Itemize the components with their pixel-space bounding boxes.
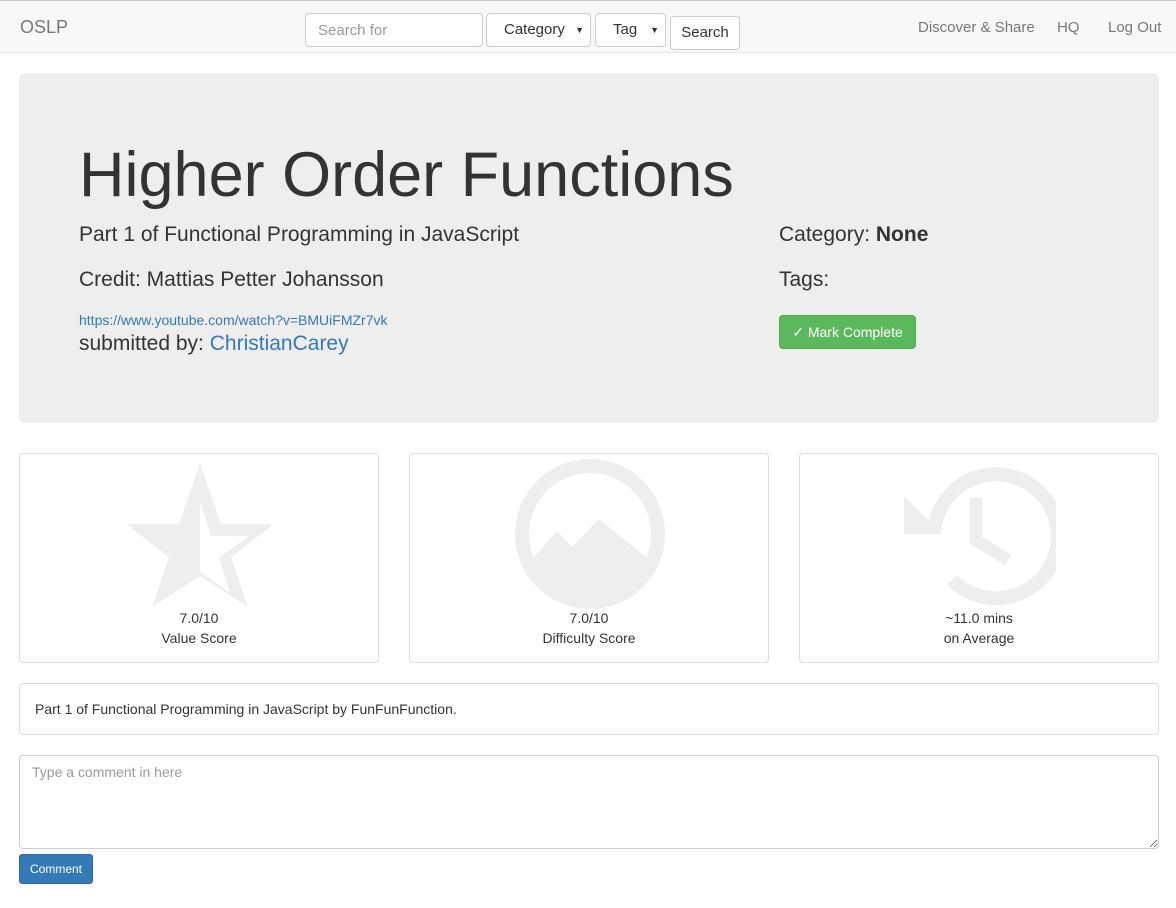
navbar: OSLP Category ▼ Tag ▼ Search Discover & … [0, 0, 1176, 53]
comment-input[interactable] [19, 755, 1159, 849]
average-time-panel: ~11.0 mins on Average [799, 453, 1159, 663]
chevron-down-icon: ▼ [575, 25, 584, 35]
tag-select[interactable]: Tag ▼ [595, 13, 666, 47]
difficulty-score-label: Difficulty Score [542, 630, 636, 646]
search-input[interactable] [305, 13, 483, 47]
average-time: ~11.0 mins [945, 610, 1013, 626]
comment-button[interactable]: Comment [19, 854, 93, 884]
difficulty-score-panel: 7.0/10 Difficulty Score [409, 453, 769, 663]
page-title: Higher Order Functions [79, 140, 734, 210]
nav-log-out[interactable]: Log Out [1108, 19, 1161, 36]
search-button[interactable]: Search [670, 16, 740, 50]
tag-select-label: Tag [613, 21, 638, 38]
submitter-link[interactable]: ChristianCarey [210, 332, 349, 355]
tags-label: Tags: [779, 268, 830, 291]
resource-description: Part 1 of Functional Programming in Java… [19, 683, 1159, 735]
history-icon [904, 467, 1056, 606]
difficulty-score: 7.0/10 [569, 610, 609, 626]
nav-discover-share[interactable]: Discover & Share [918, 19, 1035, 36]
average-time-label: on Average [943, 630, 1015, 646]
resource-header: Higher Order Functions Part 1 of Functio… [19, 73, 1159, 423]
category-select[interactable]: Category ▼ [486, 13, 591, 47]
category-label: Category: [779, 223, 876, 246]
submitted-by: submitted by: ChristianCarey [79, 332, 349, 356]
chevron-down-icon: ▼ [650, 25, 659, 35]
mountain-icon [515, 459, 665, 609]
value-score-label: Value Score [161, 630, 237, 646]
mark-complete-button[interactable]: ✓ Mark Complete [779, 315, 916, 349]
category-select-label: Category [504, 21, 565, 38]
submitted-by-label: submitted by: [79, 332, 210, 355]
resource-subtitle: Part 1 of Functional Programming in Java… [79, 223, 520, 246]
value-score-panel: 7.0/10 Value Score [19, 453, 379, 663]
category-info: Category: None [779, 223, 928, 247]
resource-url-link[interactable]: https://www.youtube.com/watch?v=BMUiFMZr… [79, 312, 388, 328]
category-value: None [875, 223, 929, 246]
value-score: 7.0/10 [179, 610, 219, 626]
brand-logo[interactable]: OSLP [20, 17, 68, 38]
star-half-icon [126, 463, 274, 607]
resource-credit: Credit: Mattias Petter Johansson [79, 268, 384, 291]
nav-hq[interactable]: HQ [1057, 19, 1080, 36]
